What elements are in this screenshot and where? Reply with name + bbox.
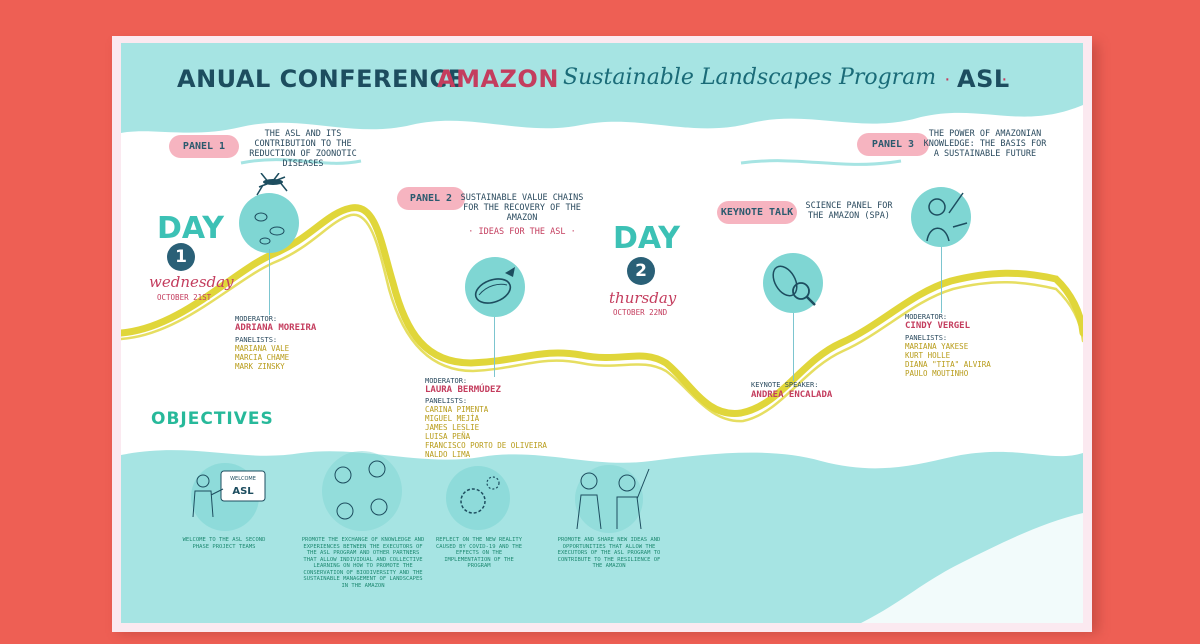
panel-3-panelists-label: PANELISTS: (905, 334, 948, 342)
panel-3-panelist: PAULO MOUTINHO (905, 369, 969, 378)
panel-1-tag: PANEL 1 (169, 135, 239, 158)
panel-1-panelist: MARIANA VALE (235, 344, 290, 353)
title-part-3: Sustainable Landscapes Program (563, 65, 937, 90)
people-talking-icon (575, 465, 650, 533)
poster-canvas: ANUAL CONFERENCE AMAZON Sustainable Land… (121, 43, 1083, 623)
mosquito-virus-icon (239, 173, 299, 253)
title-dot-1: · (944, 68, 951, 90)
panel-1-panelists-label: PANELISTS: (235, 336, 278, 344)
panel-3-connector (941, 247, 942, 313)
panel-1-title: THE ASL AND ITS CONTRIBUTION TO THE REDU… (249, 129, 357, 169)
day-2-label: DAY (613, 221, 680, 256)
day-2-weekday: thursday (609, 289, 677, 307)
panel-2-panelist: CARINA PIMENTA (425, 405, 489, 414)
objectives-heading: OBJECTIVES (151, 409, 274, 429)
virus-icon (446, 466, 510, 530)
title-part-1: ANUAL CONFERENCE (177, 65, 465, 93)
panel-3-moderator-label: MODERATOR: (905, 313, 948, 321)
keynote-speaker-label: KEYNOTE SPEAKER: (751, 381, 819, 389)
panel-3-tag: PANEL 3 (857, 133, 929, 156)
objective-4-text: PROMOTE AND SHARE NEW IDEAS AND OPPORTUN… (557, 537, 661, 569)
keynote-title: SCIENCE PANEL FOR THE AMAZON (SPA) (805, 201, 893, 221)
panel-2-panelist: FRANCISCO PORTO DE OLIVEIRA (425, 441, 547, 450)
objective-1-text: WELCOME TO THE ASL SECOND PHASE PROJECT … (182, 537, 266, 550)
title-part-2: AMAZON (437, 65, 559, 93)
panel-3-panelist: DIANA "TITA" ALVIRA (905, 360, 991, 369)
day-1-weekday: wednesday (149, 273, 234, 291)
panel-2-subtitle: · IDEAS FOR THE ASL · (468, 227, 576, 237)
presenter-icon: WELCOME ASL (191, 463, 266, 531)
panel-1-connector (269, 249, 270, 315)
panel-3-title: THE POWER OF AMAZONIAN KNOWLEDGE: THE BA… (923, 129, 1047, 159)
day-1-number: 1 (167, 243, 195, 271)
panel-2-title: SUSTAINABLE VALUE CHAINS FOR THE RECOVER… (460, 193, 584, 223)
panel-1-panelist: MARK ZINSKY (235, 362, 285, 371)
panel-2-tag: PANEL 2 (397, 187, 465, 210)
panel-2-panelists-label: PANELISTS: (425, 397, 468, 405)
day-1-date: OCTOBER 21ST (157, 293, 212, 302)
day-1-label: DAY (157, 211, 224, 246)
panel-1-moderator: ADRIANA MOREIRA (235, 323, 317, 333)
presenter-board-main: ASL (232, 486, 254, 497)
panel-2-moderator-label: MODERATOR: (425, 377, 468, 385)
keynote-speaker: ANDREA ENCALADA (751, 390, 833, 400)
panel-1-panelist: MARCIA CHAME (235, 353, 290, 362)
objective-3-text: REFLECT ON THE NEW REALITY CAUSED BY COV… (435, 537, 523, 569)
panel-2-moderator: LAURA BERMÚDEZ (425, 385, 501, 395)
day-2-number: 2 (627, 257, 655, 285)
panel-2-panelist: JAMES LESLIE (425, 423, 480, 432)
panel-1-moderator-label: MODERATOR: (235, 315, 278, 323)
panel-3-moderator: CINDY VERGEL (905, 321, 971, 331)
panel-2-connector (494, 317, 495, 377)
panel-2-panelist: MIGUEL MEJÍA (425, 414, 480, 423)
keynote-connector (793, 313, 794, 381)
indigenous-person-icon (911, 187, 971, 247)
panel-2-panelist: NALDO LIMA (425, 450, 471, 459)
objective-2-text: PROMOTE THE EXCHANGE OF KNOWLEDGE AND EX… (301, 537, 425, 589)
panel-3-panelist: KURT HOLLE (905, 351, 951, 360)
panel-3-panelist: MARIANA YAKESE (905, 342, 969, 351)
keynote-tag: KEYNOTE TALK (717, 201, 797, 224)
title-dot-2: · (1001, 68, 1008, 90)
cacao-pod-icon (465, 257, 525, 317)
panel-2-panelist: LUISA PEÑA (425, 432, 471, 441)
presenter-board-top: WELCOME (230, 476, 256, 482)
poster-frame: ANUAL CONFERENCE AMAZON Sustainable Land… (112, 36, 1092, 632)
day-2-date: OCTOBER 22ND (613, 308, 668, 317)
leaf-magnifier-icon (763, 253, 823, 313)
people-exchange-icon (322, 451, 402, 531)
